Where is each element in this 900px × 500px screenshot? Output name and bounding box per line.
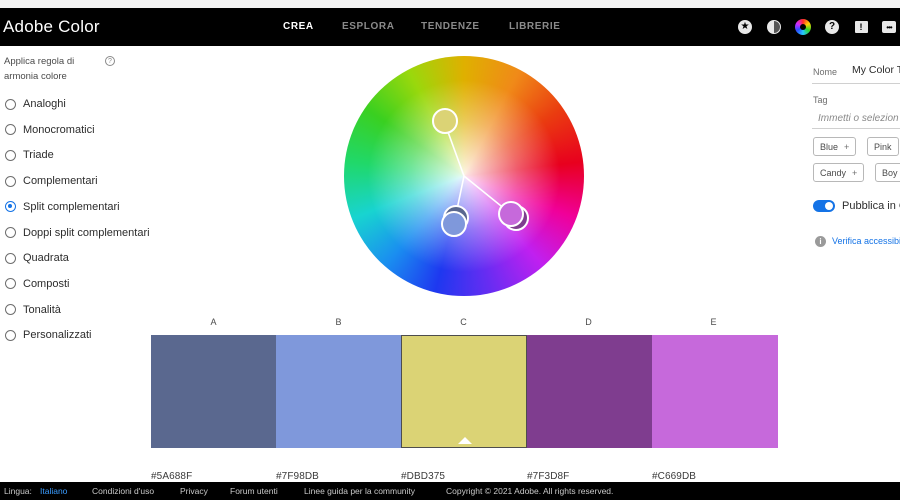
footer: Lingua: Italiano Condizioni d'uso Privac…: [0, 482, 900, 500]
browser-top-strip: [0, 0, 900, 8]
radio-icon[interactable]: [5, 329, 16, 341]
radio-icon[interactable]: [5, 124, 16, 136]
swatch-c[interactable]: [401, 335, 527, 448]
add-icon[interactable]: +: [852, 168, 857, 178]
footer-link-forum[interactable]: Forum utenti: [230, 486, 278, 496]
tag-input[interactable]: Immetti o selezion: [818, 113, 899, 124]
app-title[interactable]: Adobe Color: [3, 17, 100, 37]
hex-value[interactable]: #7F3D8F: [527, 471, 569, 482]
language-selector[interactable]: Italiano: [40, 486, 67, 496]
color-handle-c[interactable]: [432, 108, 458, 134]
tag-boy[interactable]: Boy: [875, 163, 900, 182]
star-badge-icon[interactable]: ★: [737, 19, 753, 35]
tag-blue[interactable]: Blue +: [813, 137, 857, 156]
radio-icon[interactable]: [5, 304, 16, 316]
footer-link-guidelines[interactable]: Linee guida per la community: [304, 486, 415, 496]
copyright: Copyright © 2021 Adobe. All rights reser…: [446, 486, 614, 496]
rule-quadrata[interactable]: Quadrata: [5, 249, 69, 267]
color-handle-b[interactable]: [441, 211, 467, 237]
footer-link-privacy[interactable]: Privacy: [180, 486, 208, 496]
swatch-b[interactable]: [276, 335, 402, 448]
theme-toggle-icon[interactable]: [766, 19, 782, 35]
color-wheel-handles: [432, 108, 529, 237]
tab-esplora[interactable]: ESPLORA: [342, 21, 395, 32]
accessibility-link[interactable]: Verifica accessibil: [832, 236, 900, 246]
rule-personalizzati[interactable]: Personalizzati: [5, 326, 91, 344]
color-wheel-icon[interactable]: [795, 19, 811, 35]
theme-name-field[interactable]: My Color T: [852, 64, 900, 76]
info-icon: i: [815, 236, 826, 247]
tag-label: Tag: [813, 95, 828, 105]
divider: [812, 128, 900, 129]
swatch-label: C: [460, 317, 467, 327]
radio-checked-icon[interactable]: [5, 201, 16, 213]
rule-complementari[interactable]: Complementari: [5, 172, 98, 190]
feedback-icon[interactable]: !: [853, 19, 869, 35]
chat-icon[interactable]: •••: [881, 19, 897, 35]
hex-value[interactable]: #7F98DB: [276, 471, 319, 482]
add-icon[interactable]: +: [844, 142, 849, 152]
language-label: Lingua:: [4, 486, 32, 496]
publish-toggle[interactable]: [813, 200, 835, 212]
help-icon[interactable]: ?: [105, 56, 115, 66]
name-label: Nome: [813, 67, 838, 77]
help-icon[interactable]: ?: [824, 19, 840, 35]
radio-icon[interactable]: [5, 98, 16, 110]
swatch-label: E: [710, 317, 717, 327]
radio-icon[interactable]: [5, 149, 16, 161]
radio-icon[interactable]: [5, 278, 16, 290]
rule-doppi-split-complementari[interactable]: Doppi split complementari: [5, 224, 150, 242]
hex-value[interactable]: #5A688F: [151, 471, 192, 482]
rule-tonalita[interactable]: Tonalità: [5, 301, 61, 319]
divider: [812, 83, 900, 84]
selected-swatch-caret-icon: [458, 437, 472, 444]
tab-librerie[interactable]: LIBRERIE: [509, 21, 560, 32]
swatch-label: B: [335, 317, 342, 327]
radio-icon[interactable]: [5, 252, 16, 264]
harmony-rule-title: Applica regola di armonia colore: [4, 56, 75, 82]
radio-icon[interactable]: [5, 175, 16, 187]
hex-value[interactable]: #C669DB: [652, 471, 696, 482]
swatch-label: D: [585, 317, 592, 327]
publish-label: Pubblica in C: [842, 200, 900, 212]
swatch-label: A: [210, 317, 217, 327]
swatch-a[interactable]: [151, 335, 277, 448]
rule-analoghi[interactable]: Analoghi: [5, 95, 66, 113]
tag-candy[interactable]: Candy +: [813, 163, 865, 182]
tab-crea[interactable]: CREA: [283, 21, 314, 32]
app-header: Adobe Color CREA ESPLORA TENDENZE LIBRER…: [0, 8, 900, 46]
swatch-e[interactable]: [652, 335, 778, 448]
color-handle-e[interactable]: [498, 201, 524, 227]
hex-value[interactable]: #DBD375: [401, 471, 445, 482]
rule-monocromatici[interactable]: Monocromatici: [5, 121, 95, 139]
tag-pink[interactable]: Pink: [867, 137, 899, 156]
footer-link-terms[interactable]: Condizioni d'uso: [92, 486, 154, 496]
tab-tendenze[interactable]: TENDENZE: [421, 21, 480, 32]
rule-split-complementari[interactable]: Split complementari: [5, 198, 120, 216]
swatch-d[interactable]: [527, 335, 653, 448]
rule-composti[interactable]: Composti: [5, 275, 69, 293]
rule-triade[interactable]: Triade: [5, 146, 54, 164]
radio-icon[interactable]: [5, 227, 16, 238]
